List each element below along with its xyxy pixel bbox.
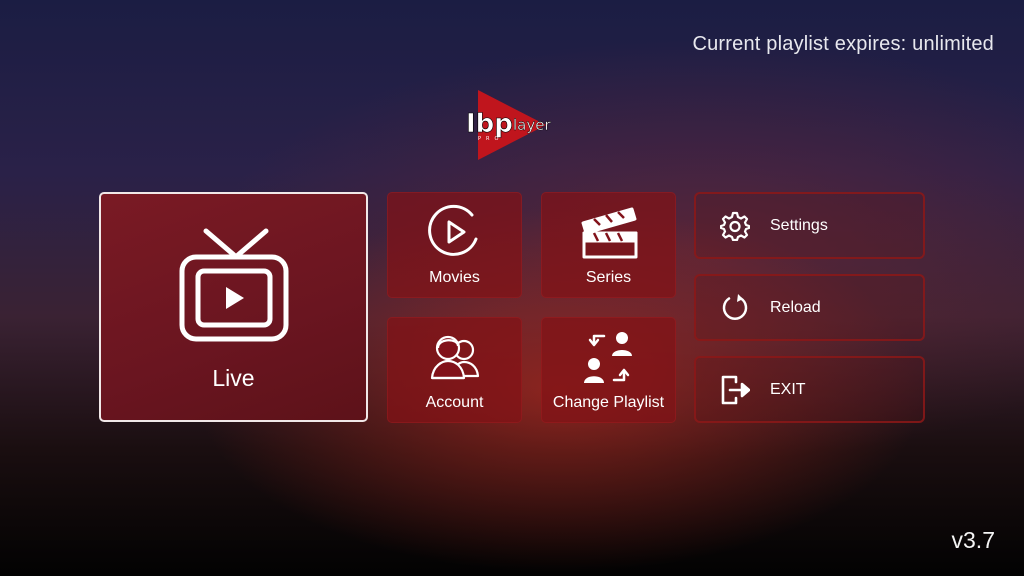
logo-sub-text: PRO — [478, 136, 503, 142]
change-playlist-tile[interactable]: Change Playlist — [541, 317, 676, 423]
exit-label: EXIT — [770, 380, 806, 398]
users-icon — [426, 328, 484, 386]
live-tile[interactable]: Live — [99, 192, 368, 422]
logo-text-suffix: layer — [513, 116, 551, 134]
series-label: Series — [585, 269, 632, 286]
exit-icon — [720, 375, 750, 405]
account-label: Account — [425, 394, 484, 411]
gear-icon — [720, 211, 750, 241]
reload-button[interactable]: Reload — [694, 274, 925, 341]
clapperboard-icon — [580, 203, 638, 261]
series-tile[interactable]: Series — [541, 192, 676, 298]
app-logo: Ibp layer PRO — [466, 88, 566, 162]
movies-label: Movies — [429, 269, 480, 286]
play-circle-icon — [426, 203, 484, 261]
reload-icon — [720, 293, 750, 323]
exit-button[interactable]: EXIT — [694, 356, 925, 423]
version-text: v3.7 — [951, 527, 995, 553]
change-playlist-label: Change Playlist — [552, 394, 665, 411]
swap-users-icon — [580, 328, 638, 386]
logo-text-prefix: Ibp — [466, 109, 513, 139]
account-tile[interactable]: Account — [387, 317, 522, 423]
playlist-expiry-text: Current playlist expires: unlimited — [692, 33, 994, 55]
home-screen: Current playlist expires: unlimited Ibp … — [0, 0, 1024, 576]
settings-label: Settings — [770, 216, 828, 234]
movies-tile[interactable]: Movies — [387, 192, 522, 298]
live-label: Live — [212, 364, 255, 391]
settings-button[interactable]: Settings — [694, 192, 925, 259]
tv-icon — [178, 227, 290, 343]
reload-label: Reload — [770, 298, 821, 316]
